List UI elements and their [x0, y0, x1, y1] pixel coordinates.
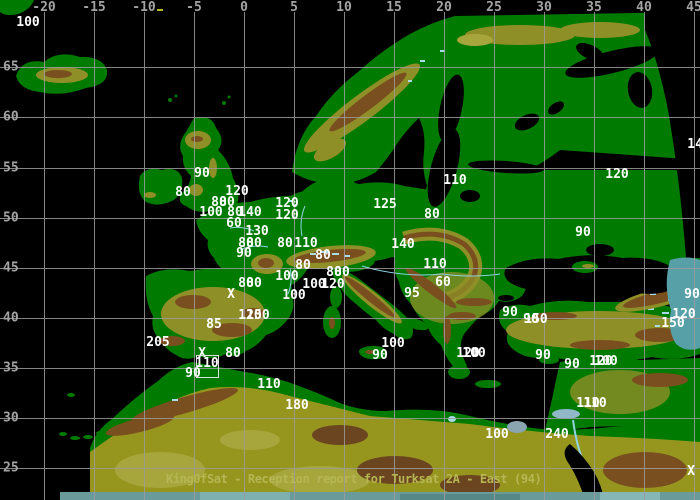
europe-map-canvas: [0, 0, 700, 500]
selection-box: [196, 355, 219, 378]
reception-map-screen: -20-15-10-5051015202530354045 6560555045…: [0, 0, 700, 500]
map-title: KingOfSat - Reception report for Turksat…: [166, 472, 541, 486]
satellite-position-dash: [157, 9, 163, 11]
